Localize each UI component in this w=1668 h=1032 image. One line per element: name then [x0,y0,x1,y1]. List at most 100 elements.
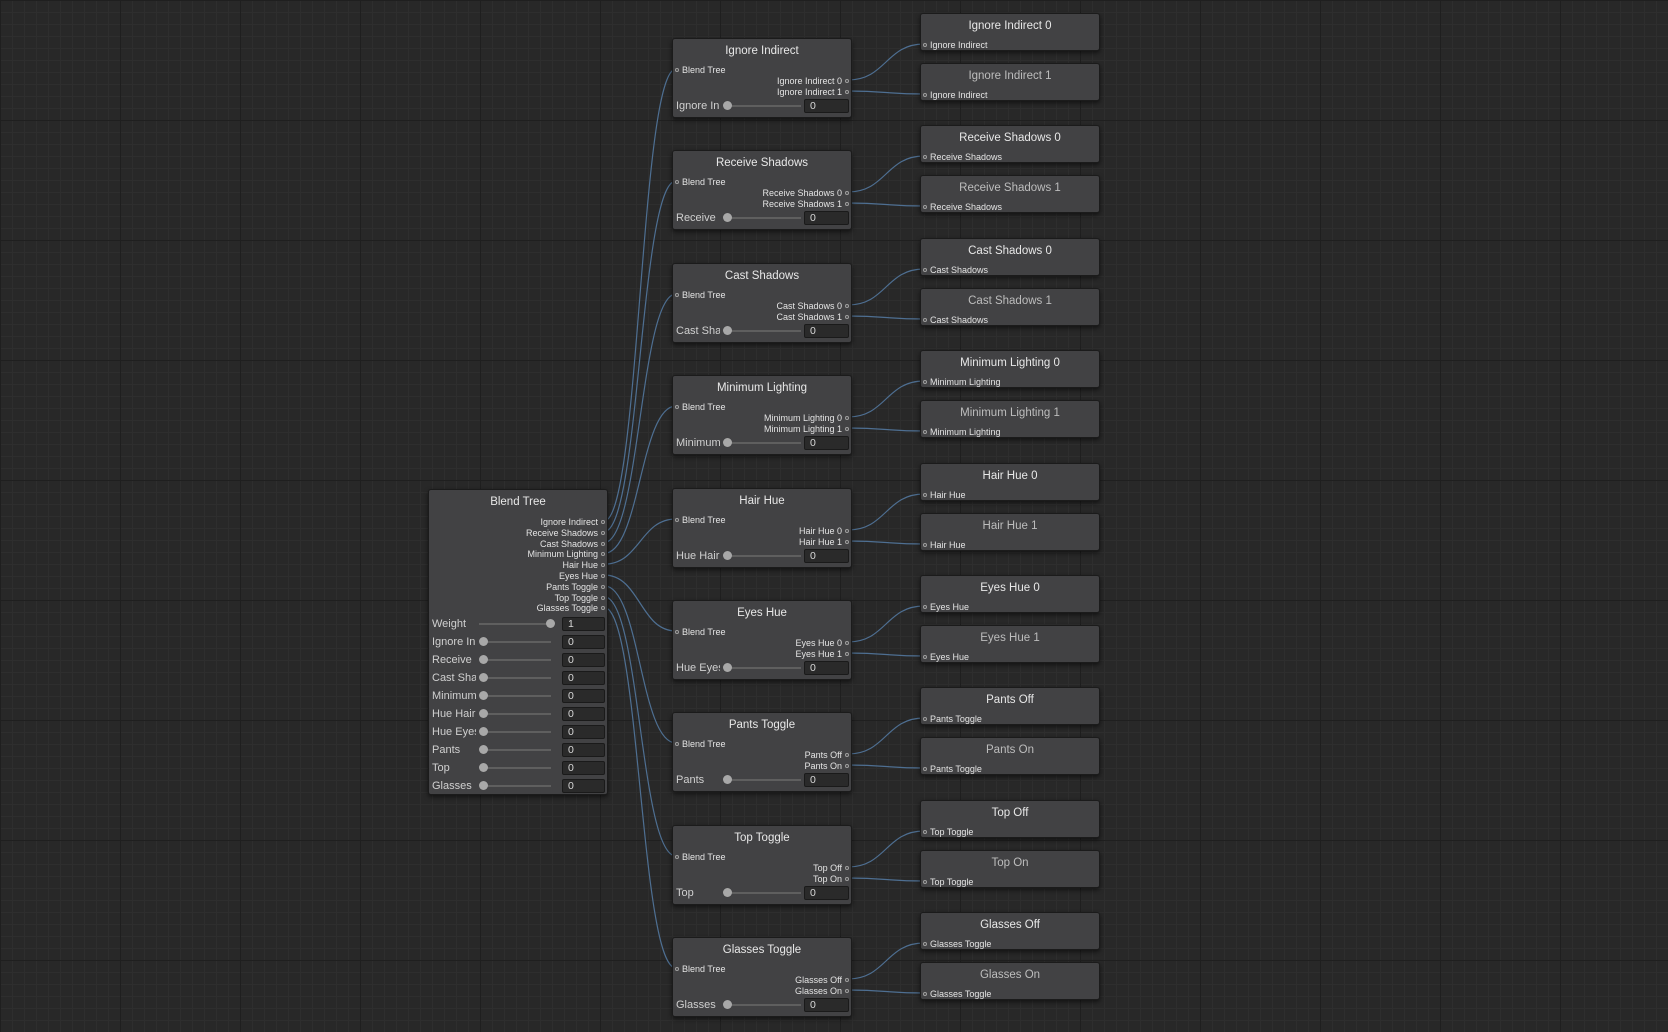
slider-track[interactable] [727,555,801,557]
input-port-icon[interactable] [675,630,679,634]
blend-tree-node[interactable]: Eyes Hue Blend Tree Eyes Hue 0 Eyes Hue 1 Hu… [672,600,852,680]
output-port-icon[interactable] [845,315,849,319]
output-port-row[interactable]: Receive Shadows 1 [762,199,851,209]
slider-track[interactable] [483,785,551,787]
motion-clip-node[interactable]: Glasses Off Glasses Toggle [920,912,1100,950]
output-port-icon[interactable] [845,79,849,83]
output-port-icon[interactable] [845,989,849,993]
output-port-row[interactable]: Top Toggle [555,593,607,603]
slider-thumb[interactable] [723,775,732,784]
slider-thumb[interactable] [723,213,732,222]
motion-clip-node[interactable]: Minimum Lighting 1 Minimum Lighting [920,400,1100,438]
input-port-icon[interactable] [923,430,927,434]
blend-tree-node[interactable]: Hair Hue Blend Tree Hair Hue 0 Hair Hue 1 Hu… [672,488,852,568]
blend-tree-node[interactable]: Pants Toggle Blend Tree Pants Off Pants On P… [672,712,852,792]
output-port-icon[interactable] [845,191,849,195]
motion-clip-node[interactable]: Minimum Lighting 0 Minimum Lighting [920,350,1100,388]
slider-thumb[interactable] [546,619,555,628]
param-value-field[interactable]: 0 [804,773,849,787]
input-port-icon[interactable] [923,43,927,47]
blend-tree-node[interactable]: Top Toggle Blend Tree Top Off Top On Top 0 [672,825,852,905]
output-port-icon[interactable] [845,90,849,94]
motion-clip-node[interactable]: Hair Hue 0 Hair Hue [920,463,1100,501]
input-port-icon[interactable] [923,205,927,209]
slider-thumb[interactable] [723,663,732,672]
param-value-field[interactable]: 0 [804,99,849,113]
output-port-icon[interactable] [601,606,605,611]
output-port-icon[interactable] [845,529,849,533]
motion-clip-node[interactable]: Eyes Hue 0 Eyes Hue [920,575,1100,613]
output-port-row[interactable]: Ignore Indirect [540,517,607,527]
param-value-field[interactable]: 0 [804,436,849,450]
motion-clip-node[interactable]: Receive Shadows 1 Receive Shadows [920,175,1100,213]
slider-track[interactable] [727,779,801,781]
input-port-icon[interactable] [675,293,679,297]
output-port-row[interactable]: Pants Toggle [546,582,607,592]
input-port-icon[interactable] [675,405,679,409]
output-port-icon[interactable] [601,530,605,535]
slider-thumb[interactable] [723,101,732,110]
output-port-icon[interactable] [845,540,849,544]
output-port-icon[interactable] [845,641,849,645]
motion-clip-node[interactable]: Receive Shadows 0 Receive Shadows [920,125,1100,163]
blend-tree-node[interactable]: Receive Shadows Blend Tree Receive Shadows… [672,150,852,230]
input-port-icon[interactable] [923,380,927,384]
output-port-icon[interactable] [601,541,605,546]
output-port-row[interactable]: Hair Hue [562,560,607,570]
input-port-icon[interactable] [923,493,927,497]
input-port-icon[interactable] [923,992,927,996]
slider-thumb[interactable] [479,655,488,664]
input-port-icon[interactable] [923,605,927,609]
param-value-field[interactable]: 0 [804,998,849,1012]
input-port-icon[interactable] [923,268,927,272]
motion-clip-node[interactable]: Cast Shadows 0 Cast Shadows [920,238,1100,276]
slider-track[interactable] [727,1004,801,1006]
slider-track[interactable] [483,713,551,715]
input-port-icon[interactable] [923,880,927,884]
slider-track[interactable] [727,667,801,669]
input-port-icon[interactable] [923,155,927,159]
output-port-icon[interactable] [601,584,605,589]
motion-clip-node[interactable]: Glasses On Glasses Toggle [920,962,1100,1000]
output-port-icon[interactable] [845,877,849,881]
param-value-field[interactable]: 0 [804,549,849,563]
slider-thumb[interactable] [723,438,732,447]
slider-track[interactable] [483,641,551,643]
blend-tree-node[interactable]: Glasses Toggle Blend Tree Glasses Off Glass… [672,937,852,1017]
motion-clip-node[interactable]: Top Off Top Toggle [920,800,1100,838]
output-port-icon[interactable] [601,595,605,600]
param-value-field[interactable]: 0 [804,886,849,900]
input-port-icon[interactable] [675,855,679,859]
output-port-row[interactable]: Ignore Indirect 1 [777,87,851,97]
param-value-field[interactable]: 0 [562,635,605,649]
slider-track[interactable] [727,330,801,332]
output-port-row[interactable]: Minimum Lighting 1 [764,424,851,434]
output-port-row[interactable]: Receive Shadows 0 [762,188,851,198]
slider-thumb[interactable] [723,1000,732,1009]
motion-clip-node[interactable]: Top On Top Toggle [920,850,1100,888]
blend-tree-node[interactable]: Ignore Indirect Blend Tree Ignore Indirect… [672,38,852,118]
slider-thumb[interactable] [723,551,732,560]
output-port-icon[interactable] [845,764,849,768]
input-port-icon[interactable] [675,180,679,184]
slider-thumb[interactable] [479,673,488,682]
motion-clip-node[interactable]: Hair Hue 1 Hair Hue [920,513,1100,551]
blend-tree-node[interactable]: Cast Shadows Blend Tree Cast Shadows 0 Cast… [672,263,852,343]
motion-clip-node[interactable]: Ignore Indirect 0 Ignore Indirect [920,13,1100,51]
param-value-field[interactable]: 0 [804,661,849,675]
output-port-row[interactable]: Minimum Lighting [527,549,607,559]
slider-track[interactable] [479,623,551,625]
slider-track[interactable] [727,105,801,107]
output-port-row[interactable]: Glasses Toggle [537,603,607,613]
motion-clip-node[interactable]: Ignore Indirect 1 Ignore Indirect [920,63,1100,101]
output-port-icon[interactable] [845,753,849,757]
slider-thumb[interactable] [723,888,732,897]
param-value-field[interactable]: 0 [562,761,605,775]
param-value-field[interactable]: 0 [804,324,849,338]
motion-clip-node[interactable]: Pants On Pants Toggle [920,737,1100,775]
slider-track[interactable] [483,731,551,733]
output-port-row[interactable]: Cast Shadows 1 [776,312,851,322]
slider-track[interactable] [727,442,801,444]
output-port-row[interactable]: Minimum Lighting 0 [764,413,851,423]
output-port-icon[interactable] [845,427,849,431]
